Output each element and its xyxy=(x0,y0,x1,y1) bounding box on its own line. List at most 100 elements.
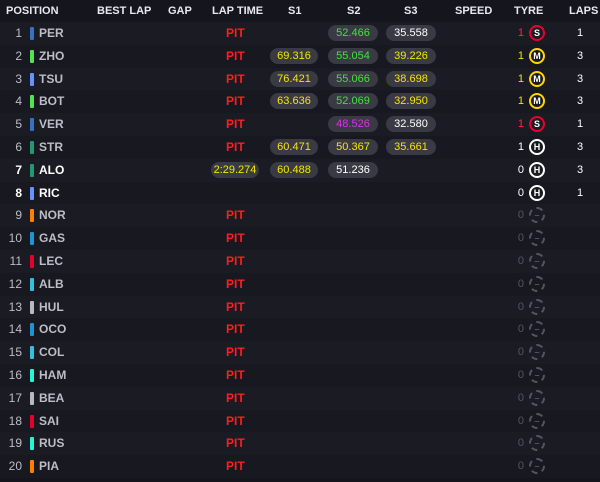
table-row[interactable]: 14 OCO PIT 0– xyxy=(0,318,600,342)
soft-tyre-icon: S xyxy=(529,116,545,133)
position-number: 16 xyxy=(8,368,22,382)
laps-count xyxy=(560,410,600,433)
pit-status: PIT xyxy=(226,94,245,109)
team-color-bar xyxy=(30,369,34,382)
driver-code: GAS xyxy=(39,231,66,246)
position-number: 3 xyxy=(15,71,22,86)
team-color-bar xyxy=(30,437,34,451)
driver-code: COL xyxy=(39,345,65,360)
tyre-stint-count: 0 xyxy=(517,437,524,450)
soft-tyre-icon: S xyxy=(529,25,545,41)
position-number: 7 xyxy=(15,162,22,177)
unknown-tyre-icon: – xyxy=(529,230,545,247)
medium-tyre-icon: M xyxy=(529,47,545,64)
pit-status: PIT xyxy=(226,368,245,382)
unknown-tyre-icon: – xyxy=(529,298,545,315)
tyre-stint-count: 0 xyxy=(517,277,524,290)
driver-code: LEC xyxy=(39,254,63,268)
position-number: 14 xyxy=(8,322,22,337)
table-row[interactable]: 9 NOR PIT 0– xyxy=(0,204,600,228)
team-color-bar xyxy=(30,163,34,177)
position-number: 20 xyxy=(8,459,22,474)
sector-s2-time: 48.526 xyxy=(328,116,378,133)
sector-s1-time: 76.421 xyxy=(270,70,318,87)
tyre-stint-count: 0 xyxy=(517,414,524,427)
table-row[interactable]: 19 RUS PIT 0– xyxy=(0,432,600,456)
pit-status: PIT xyxy=(226,390,245,405)
table-row[interactable]: 4 BOT PIT 63.636 52.069 32.950 1 M 3 xyxy=(0,90,600,114)
unknown-tyre-icon: – xyxy=(529,253,545,269)
tyre-stint-count: 0 xyxy=(517,460,524,473)
table-row[interactable]: 7 ALO 2:29.274 60.488 51.236 0 H 3 xyxy=(0,158,600,182)
tyre-stint-count: 0 xyxy=(517,232,524,245)
laps-count xyxy=(560,250,600,273)
team-color-bar xyxy=(30,72,34,86)
position-number: 6 xyxy=(15,140,22,154)
driver-code: ZHO xyxy=(39,48,65,63)
driver-code: NOR xyxy=(39,208,66,223)
team-color-bar xyxy=(30,49,34,63)
unknown-tyre-icon: – xyxy=(529,275,545,292)
unknown-tyre-icon: – xyxy=(529,344,545,361)
laps-count xyxy=(560,341,600,364)
table-row[interactable]: 2 ZHO PIT 69.316 55.054 39.226 1 M 3 xyxy=(0,44,600,68)
header-speed: SPEED xyxy=(455,5,493,17)
tyre-stint-count: 0 xyxy=(517,346,524,359)
medium-tyre-icon: M xyxy=(529,93,545,110)
laps-count: 1 xyxy=(576,27,584,39)
hard-tyre-icon: H xyxy=(529,161,545,178)
team-color-bar xyxy=(30,255,34,268)
sector-s2-time: 51.236 xyxy=(328,161,378,178)
team-color-bar xyxy=(30,27,34,40)
laps-count: 1 xyxy=(576,186,584,199)
unknown-tyre-icon: – xyxy=(529,435,545,452)
sector-s3-time: 32.580 xyxy=(386,116,436,133)
table-row[interactable]: 5 VER PIT 48.526 32.580 1 S 1 xyxy=(0,113,600,136)
table-row[interactable]: 6 STR PIT 60.471 50.367 35.661 1 H 3 xyxy=(0,136,600,159)
table-row[interactable]: 18 SAI PIT 0– xyxy=(0,409,600,433)
table-row[interactable]: 13 HUL PIT 0– xyxy=(0,295,600,319)
table-row[interactable]: 17 BEA PIT 0– xyxy=(0,386,600,410)
table-row[interactable]: 1 PER PIT 52.466 35.558 1 S 1 xyxy=(0,22,600,45)
unknown-tyre-icon: – xyxy=(529,458,545,475)
driver-code: HAM xyxy=(39,368,67,382)
laps-count xyxy=(560,387,600,410)
unknown-tyre-icon: – xyxy=(529,321,545,338)
sector-s3-time: 38.698 xyxy=(386,70,436,87)
tyre-stint-count: 1 xyxy=(517,72,524,85)
laps-count xyxy=(560,296,600,319)
table-row[interactable]: 12 ALB PIT 0– xyxy=(0,272,600,296)
sector-s1-time: 60.471 xyxy=(270,139,318,155)
table-row[interactable]: 16 HAM PIT 0– xyxy=(0,364,600,387)
sector-s1-time: 60.488 xyxy=(270,161,318,178)
table-row[interactable]: 3 TSU PIT 76.421 55.066 38.698 1 M 3 xyxy=(0,67,600,91)
driver-code: SAI xyxy=(39,413,60,428)
team-color-bar xyxy=(30,232,34,246)
table-row[interactable]: 11 LEC PIT 0– xyxy=(0,250,600,273)
sector-s2-time: 52.069 xyxy=(328,93,378,110)
laps-count xyxy=(560,273,600,296)
lap-time: 2:29.274 xyxy=(211,161,259,178)
header-gap: GAP xyxy=(168,5,192,17)
laps-count xyxy=(560,432,600,455)
tyre-stint-count: 0 xyxy=(517,369,524,381)
sector-s2-time: 50.367 xyxy=(328,139,378,155)
sector-s1-time: 69.316 xyxy=(270,47,318,64)
laps-count xyxy=(560,227,600,250)
table-row[interactable]: 15 COL PIT 0– xyxy=(0,341,600,364)
pit-status: PIT xyxy=(226,48,245,63)
pit-status: PIT xyxy=(226,299,245,314)
header-s1: S1 xyxy=(288,5,302,17)
team-color-bar xyxy=(30,346,34,360)
position-number: 8 xyxy=(15,185,22,200)
laps-count xyxy=(560,204,600,227)
table-row[interactable]: 20 PIA PIT 0– xyxy=(0,455,600,478)
table-row[interactable]: 8 RIC 0 H 1 xyxy=(0,181,600,205)
pit-status: PIT xyxy=(226,140,245,154)
driver-code: ALB xyxy=(39,276,64,291)
driver-code: OCO xyxy=(39,322,67,337)
table-row[interactable]: 10 GAS PIT 0– xyxy=(0,227,600,250)
sector-s2-time: 55.054 xyxy=(328,47,378,64)
timing-table: POSITION BEST LAP GAP LAP TIME S1 S2 S3 … xyxy=(0,0,600,482)
laps-count xyxy=(560,318,600,341)
